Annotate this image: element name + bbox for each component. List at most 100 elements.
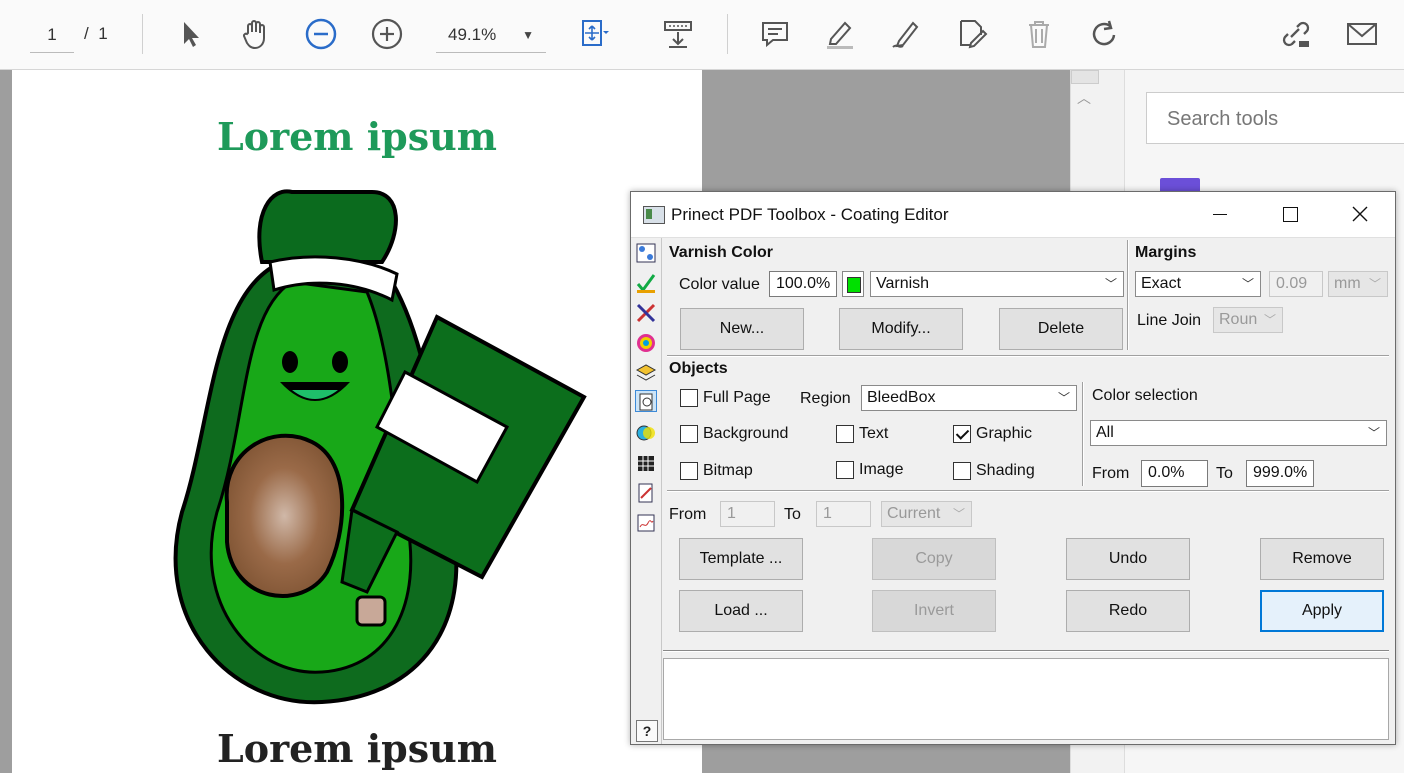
color-wheel-icon[interactable] <box>635 332 657 354</box>
scroll-mode-icon[interactable] <box>658 14 698 54</box>
minimize-icon[interactable] <box>1185 192 1255 236</box>
bitmap-checkbox[interactable] <box>680 462 698 480</box>
image-checkbox[interactable] <box>836 461 854 479</box>
chevron-down-icon: ﹀ <box>1241 277 1254 291</box>
region-select[interactable]: BleedBox ﹀ <box>861 385 1077 411</box>
color-to-label: To <box>1216 465 1233 482</box>
margins-heading: Margins <box>1135 244 1197 261</box>
dialog-title: Prinect PDF Toolbox - Coating Editor <box>671 205 949 224</box>
color-swatch[interactable] <box>842 271 864 297</box>
new-varnish-button[interactable]: New... <box>680 308 804 350</box>
invert-button[interactable]: Invert <box>872 590 996 632</box>
section-divider <box>663 650 1389 652</box>
color-selection-select[interactable]: All ﹀ <box>1090 420 1387 446</box>
line-join-select[interactable]: Roun ﹀ <box>1213 307 1283 333</box>
search-tools-input[interactable]: Search tools <box>1146 92 1404 144</box>
maximize-icon[interactable] <box>1255 192 1325 236</box>
chevron-down-icon: ﹀ <box>1263 313 1276 327</box>
chevron-down-icon: ﹀ <box>1057 391 1070 405</box>
graphic-checkbox[interactable] <box>953 425 971 443</box>
background-checkbox[interactable] <box>680 425 698 443</box>
signature-icon[interactable] <box>635 512 657 534</box>
rotate-icon[interactable] <box>1084 14 1124 54</box>
page-heading-bottom: Lorem ipsum <box>217 726 497 771</box>
color-value-input[interactable]: 100.0% <box>769 271 837 297</box>
shading-label: Shading <box>976 462 1035 479</box>
undo-button[interactable]: Undo <box>1066 538 1190 580</box>
page-scope-select[interactable]: Current ﹀ <box>881 501 972 527</box>
page-number-input[interactable]: 1 <box>30 18 74 53</box>
chevron-down-icon: ﹀ <box>1368 277 1381 291</box>
color-from-input[interactable]: 0.0% <box>1141 460 1208 487</box>
pdf-page: Lorem ipsum Lorem ipsum <box>12 70 702 773</box>
chevron-down-icon: ﹀ <box>1367 426 1380 440</box>
email-icon[interactable] <box>1342 14 1382 54</box>
highlight-icon[interactable] <box>820 14 860 54</box>
bitmap-label: Bitmap <box>703 462 753 479</box>
text-checkbox[interactable] <box>836 425 854 443</box>
zoom-in-icon[interactable] <box>367 14 407 54</box>
share-link-icon[interactable] <box>1276 14 1316 54</box>
margins-mode-select[interactable]: Exact ﹀ <box>1135 271 1261 297</box>
select-tool-icon[interactable] <box>170 14 210 54</box>
delete-varnish-button[interactable]: Delete <box>999 308 1123 350</box>
graphic-label: Graphic <box>976 425 1033 442</box>
section-divider <box>667 355 1389 357</box>
apply-button[interactable]: Apply <box>1260 590 1384 632</box>
message-log-area <box>663 658 1389 740</box>
tool-icon[interactable] <box>1160 178 1200 192</box>
margin-value-input[interactable]: 0.09 <box>1269 271 1323 297</box>
zoom-level-select[interactable]: 49.1% ▼ <box>436 18 546 53</box>
comment-icon[interactable] <box>755 14 795 54</box>
shading-checkbox[interactable] <box>953 462 971 480</box>
page-from-label: From <box>669 506 707 523</box>
margin-unit-select[interactable]: mm ﹀ <box>1328 271 1388 297</box>
copy-button[interactable]: Copy <box>872 538 996 580</box>
color-from-label: From <box>1092 465 1130 482</box>
fix-icon[interactable] <box>635 302 657 324</box>
zoom-out-icon[interactable] <box>301 14 341 54</box>
region-label: Region <box>800 390 851 407</box>
page-to-label: To <box>784 506 801 523</box>
fit-page-icon[interactable] <box>574 14 614 54</box>
objects-heading: Objects <box>669 360 728 377</box>
full-page-checkbox[interactable] <box>680 389 698 407</box>
section-divider <box>1082 382 1084 486</box>
page-tool-icon[interactable] <box>635 482 657 504</box>
remove-button[interactable]: Remove <box>1260 538 1384 580</box>
coating-tool-icon[interactable] <box>635 390 657 412</box>
check-icon[interactable] <box>635 272 657 294</box>
edit-text-icon[interactable] <box>952 14 992 54</box>
section-divider <box>667 490 1389 492</box>
chevron-down-icon: ﹀ <box>952 507 965 521</box>
separation-icon[interactable] <box>635 422 657 444</box>
toolbar-divider <box>727 14 728 54</box>
page-from-input[interactable]: 1 <box>720 501 775 527</box>
redo-button[interactable]: Redo <box>1066 590 1190 632</box>
section-divider <box>1127 240 1129 350</box>
page-to-input[interactable]: 1 <box>816 501 871 527</box>
color-selection-label: Color selection <box>1092 387 1198 404</box>
page-count: / 1 <box>84 24 108 43</box>
avocado-illustration <box>173 189 587 705</box>
trash-icon[interactable] <box>1019 14 1059 54</box>
chevron-down-icon: ﹀ <box>1104 277 1117 291</box>
scroll-up-icon[interactable]: ︿ <box>1077 88 1091 108</box>
grid-icon[interactable] <box>635 452 657 474</box>
modify-varnish-button[interactable]: Modify... <box>839 308 963 350</box>
hand-tool-icon[interactable] <box>236 14 276 54</box>
app-icon <box>643 206 665 224</box>
chevron-down-icon: ▼ <box>522 28 534 42</box>
template-button[interactable]: Template ... <box>679 538 803 580</box>
help-button[interactable]: ? <box>636 720 658 742</box>
varnish-color-select[interactable]: Varnish ﹀ <box>870 271 1124 297</box>
load-button[interactable]: Load ... <box>679 590 803 632</box>
close-icon[interactable] <box>1325 192 1395 236</box>
preflight-icon[interactable] <box>635 242 657 264</box>
draw-icon[interactable] <box>886 14 926 54</box>
color-value-label: Color value <box>679 276 760 293</box>
toolbar-divider <box>142 14 143 54</box>
color-to-input[interactable]: 999.0% <box>1246 460 1314 487</box>
layers-icon[interactable] <box>635 362 657 384</box>
varnish-color-heading: Varnish Color <box>669 244 774 261</box>
